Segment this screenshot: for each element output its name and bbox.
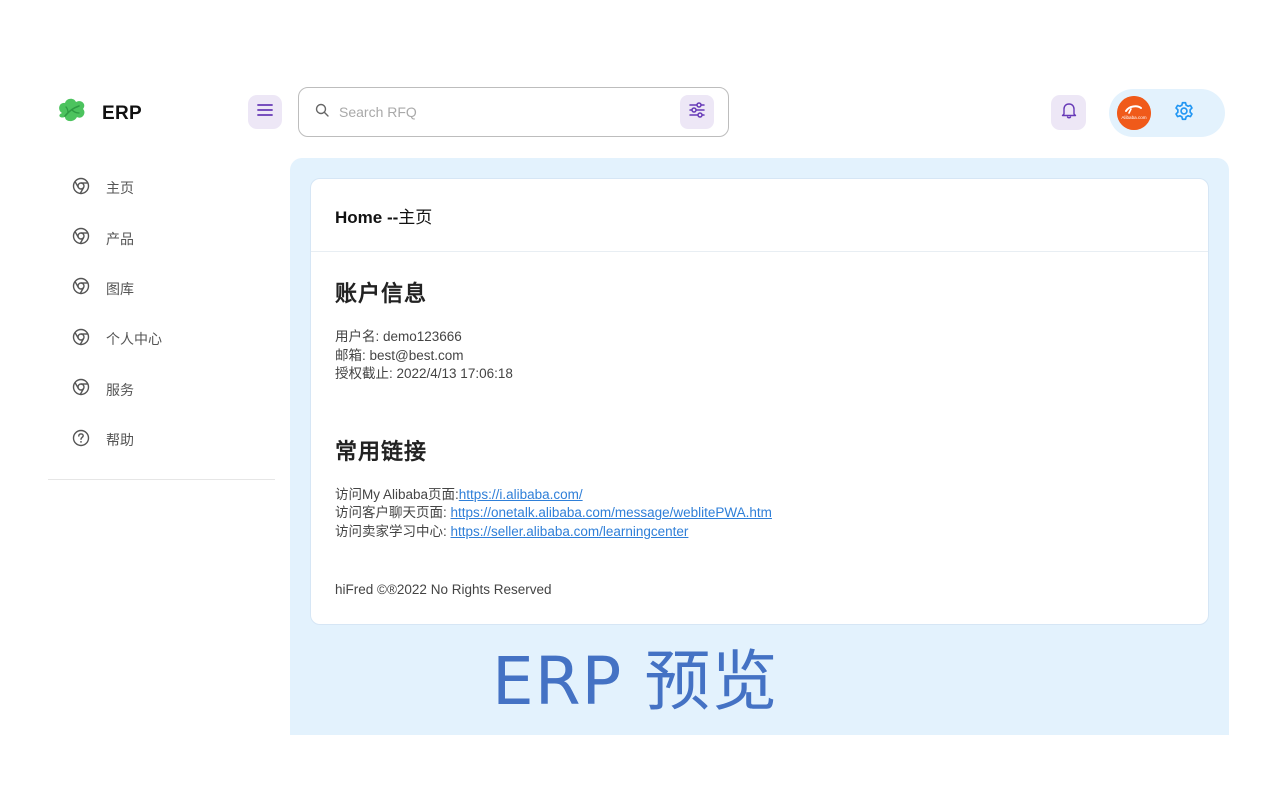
sidebar: 主页 产品 图库 个人中心 服务 帮助	[48, 163, 275, 481]
sidebar-item-profile[interactable]: 个人中心	[48, 314, 275, 364]
common-links: 访问My Alibaba页面:https://i.alibaba.com/ 访问…	[335, 486, 1184, 542]
notifications-button[interactable]	[1051, 95, 1086, 130]
link-prefix: 访问My Alibaba页面:	[335, 486, 459, 502]
card-body: 账户信息 用户名: demo123666 邮箱: best@best.com 授…	[311, 252, 1208, 541]
sidebar-item-label: 个人中心	[106, 332, 162, 349]
account-info: 用户名: demo123666 邮箱: best@best.com 授权截止: …	[335, 328, 1184, 384]
app-name: ERP	[102, 102, 142, 124]
gear-icon[interactable]	[1173, 100, 1195, 127]
learning-center-link[interactable]: https://seller.alibaba.com/learningcente…	[451, 524, 689, 539]
search-icon	[315, 103, 329, 122]
svg-text:Alibaba.com: Alibaba.com	[1121, 115, 1146, 120]
logo-icon	[56, 96, 88, 131]
onetalk-link[interactable]: https://onetalk.alibaba.com/message/webl…	[451, 505, 772, 520]
page-title-cn: 主页	[398, 207, 433, 227]
avatar[interactable]: Alibaba.com	[1117, 96, 1151, 130]
sidebar-item-products[interactable]: 产品	[48, 213, 275, 263]
sidebar-item-gallery[interactable]: 图库	[48, 264, 275, 314]
app-root: ERP Search RFQ Alibaba.com 主页 产品 图库 个人中心…	[0, 0, 1280, 800]
sidebar-item-label: 帮助	[106, 433, 134, 450]
link-row: 访问客户聊天页面: https://onetalk.alibaba.com/me…	[335, 504, 1184, 523]
bell-icon	[1060, 101, 1078, 124]
chrome-icon	[72, 277, 90, 300]
menu-toggle-button[interactable]	[248, 95, 282, 129]
my-alibaba-link[interactable]: https://i.alibaba.com/	[459, 487, 583, 502]
email-text: 邮箱: best@best.com	[335, 347, 464, 363]
hamburger-icon	[257, 103, 273, 122]
link-row: 访问My Alibaba页面:https://i.alibaba.com/	[335, 486, 1184, 505]
profile-menu[interactable]: Alibaba.com	[1109, 89, 1225, 137]
app-logo[interactable]: ERP	[56, 96, 142, 131]
page-title-en: Home --	[335, 207, 399, 227]
home-card: Home --主页 账户信息 用户名: demo123666 邮箱: best@…	[310, 178, 1209, 625]
license-expiry-text: 授权截止: 2022/4/13 17:06:18	[335, 366, 513, 381]
chrome-icon	[72, 328, 90, 351]
sidebar-item-label: 产品	[106, 231, 134, 248]
help-circle-icon	[72, 429, 90, 452]
sidebar-item-help[interactable]: 帮助	[48, 415, 275, 465]
page-title: Home --主页	[335, 203, 432, 228]
sidebar-item-label: 主页	[106, 181, 134, 198]
sidebar-item-label: 图库	[106, 281, 134, 298]
sliders-icon	[688, 101, 706, 123]
chrome-icon	[72, 378, 90, 401]
account-info-heading: 账户信息	[335, 282, 428, 307]
chrome-icon	[72, 227, 90, 250]
sidebar-item-home[interactable]: 主页	[48, 163, 275, 213]
link-prefix: 访问客户聊天页面:	[335, 505, 451, 520]
common-links-heading: 常用链接	[335, 439, 428, 465]
username-text: 用户名: demo123666	[335, 329, 462, 344]
alibaba-logo-icon: Alibaba.com	[1117, 96, 1151, 130]
search-input[interactable]	[339, 104, 680, 120]
footer-text: hiFred ©®2022 No Rights Reserved	[335, 582, 552, 597]
search-bar	[298, 87, 729, 137]
link-prefix: 访问卖家学习中心:	[335, 523, 451, 539]
card-header: Home --主页	[311, 179, 1208, 252]
sidebar-item-label: 服务	[106, 382, 134, 399]
filter-button[interactable]	[680, 95, 714, 129]
chrome-icon	[72, 177, 90, 200]
link-row: 访问卖家学习中心: https://seller.alibaba.com/lea…	[335, 523, 1184, 542]
preview-caption: ERP 预览	[492, 643, 779, 720]
sidebar-item-services[interactable]: 服务	[48, 365, 275, 415]
